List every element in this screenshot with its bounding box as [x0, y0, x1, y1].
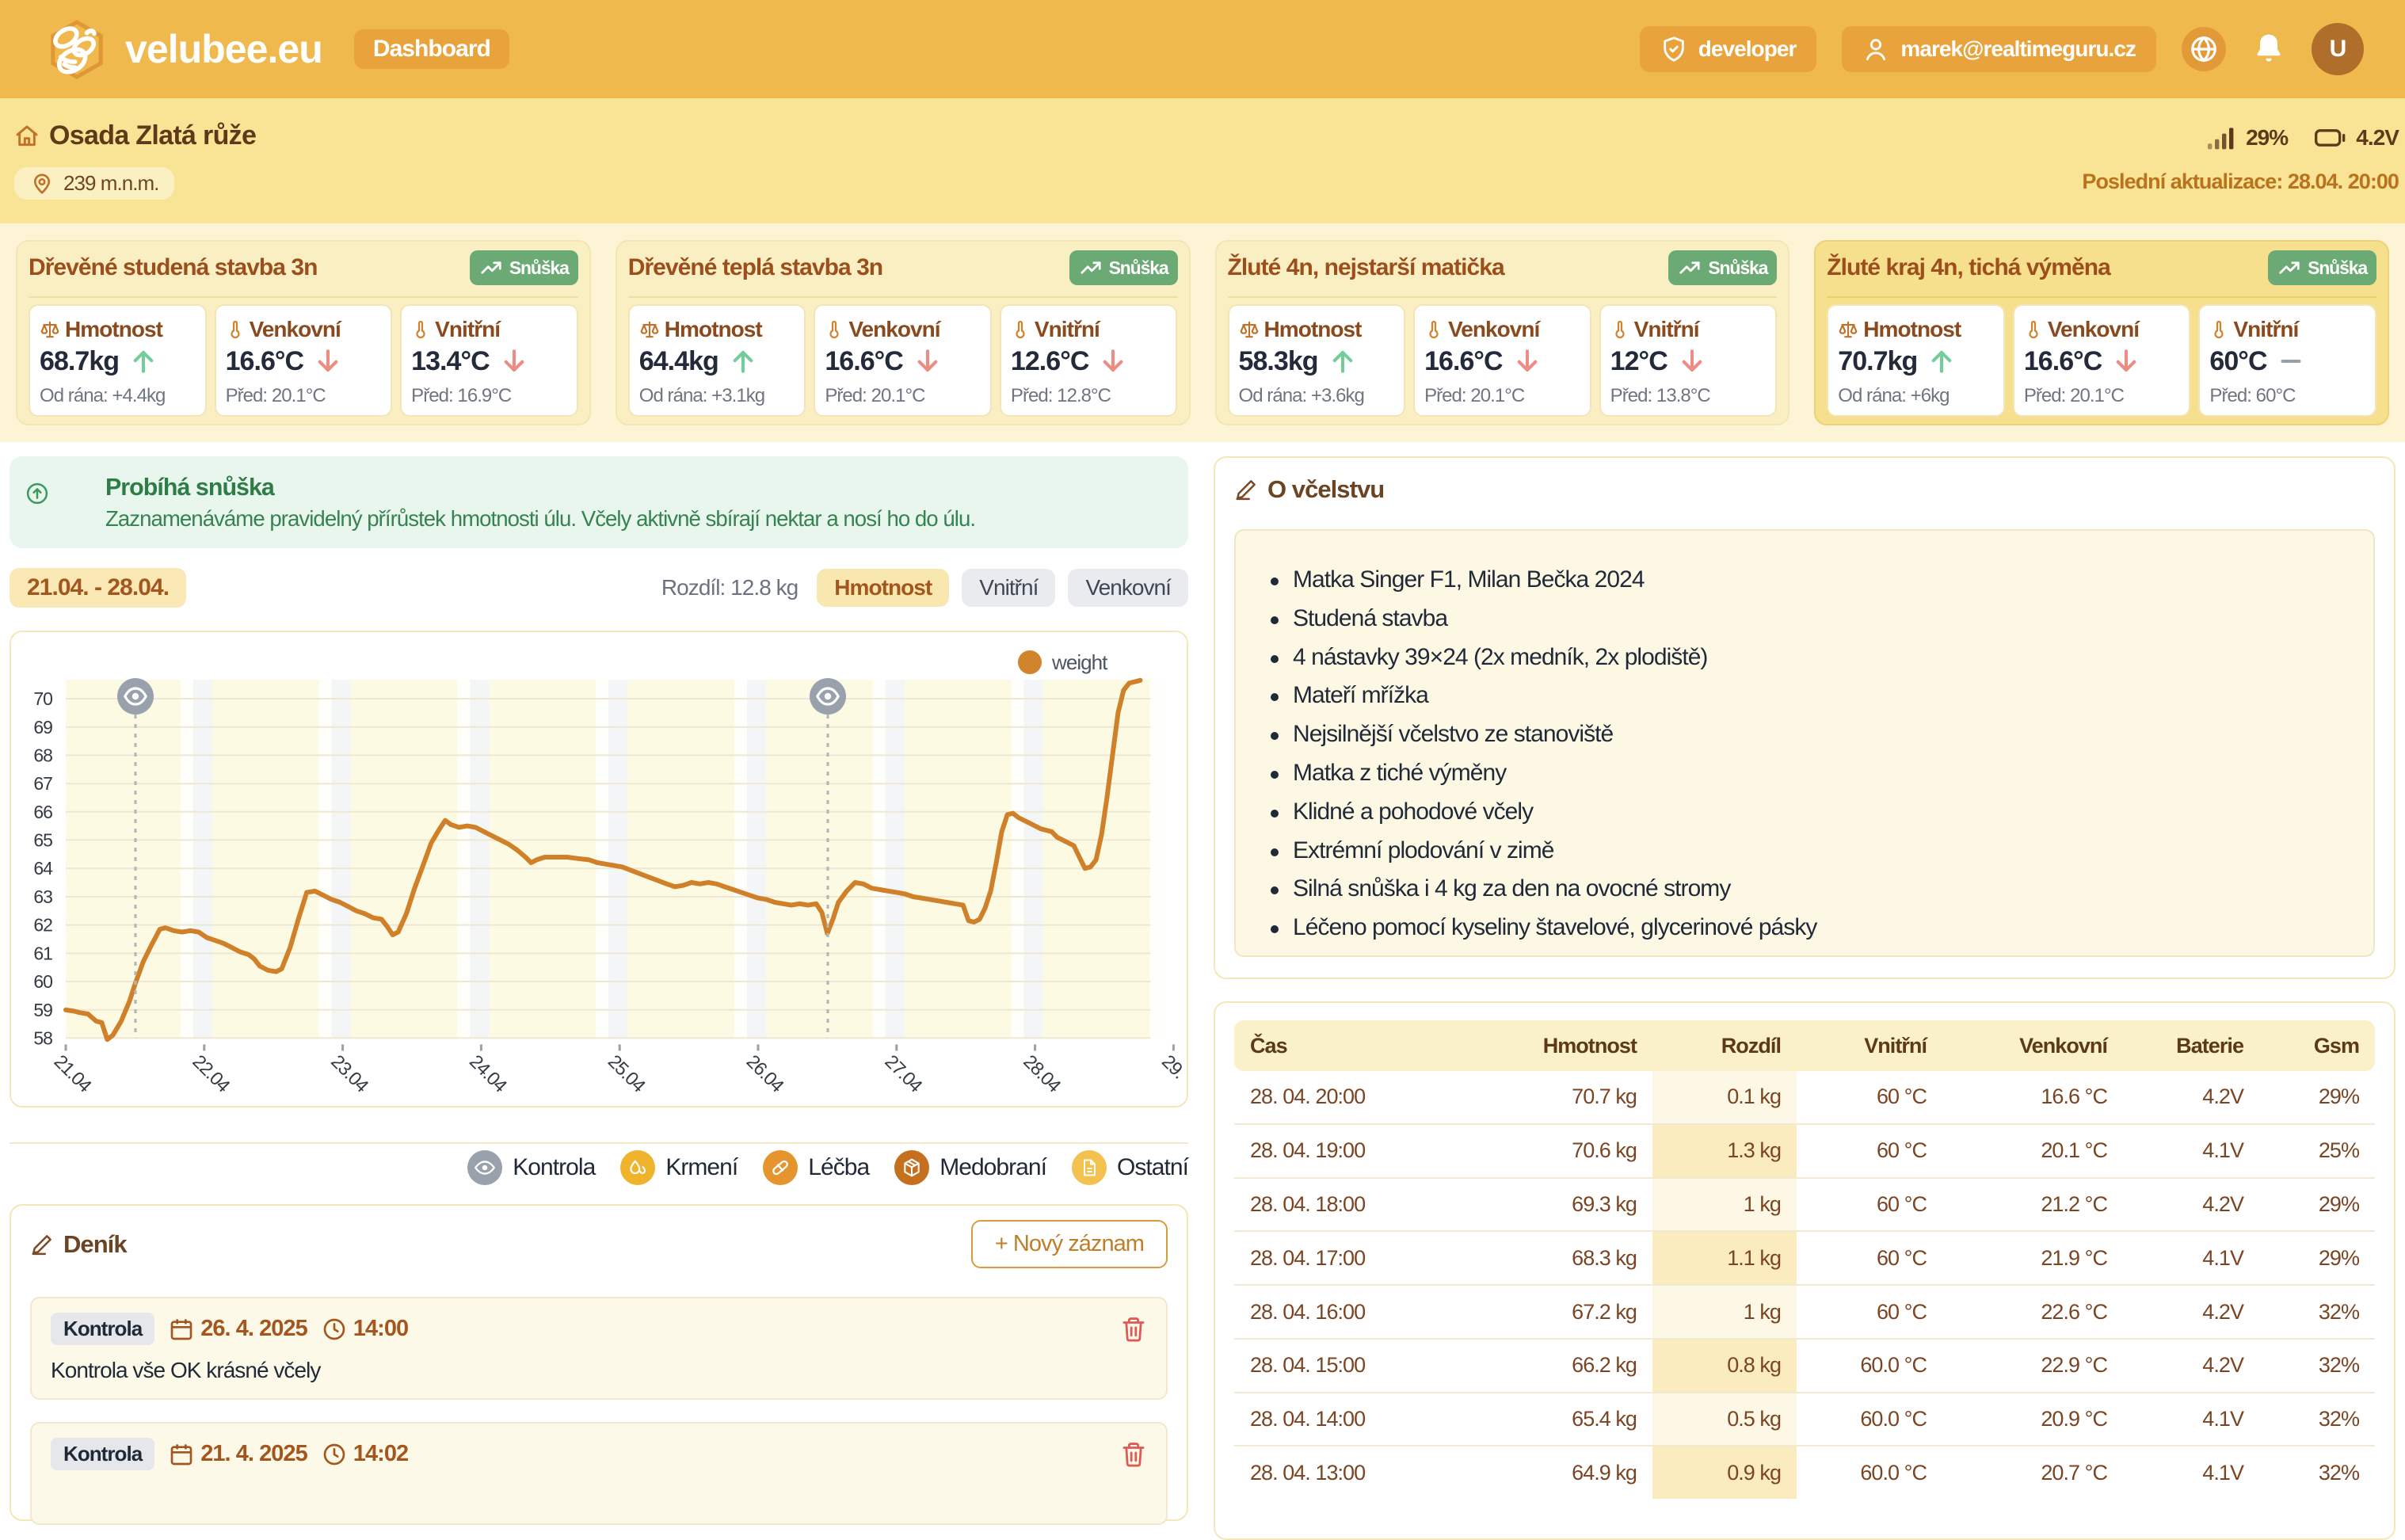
svg-text:22.04: 22.04: [189, 1051, 234, 1096]
svg-text:65: 65: [33, 829, 52, 850]
svg-text:28.04: 28.04: [1019, 1051, 1064, 1096]
svg-text:67: 67: [33, 773, 52, 794]
svg-text:23.04: 23.04: [326, 1051, 372, 1096]
svg-text:27.04: 27.04: [881, 1051, 926, 1096]
svg-text:59: 59: [33, 1000, 52, 1020]
svg-text:69: 69: [33, 717, 52, 738]
svg-text:weight: weight: [1051, 650, 1108, 674]
svg-text:60: 60: [33, 971, 52, 992]
svg-text:62: 62: [33, 915, 52, 936]
svg-text:21.04: 21.04: [50, 1051, 95, 1096]
svg-text:58: 58: [33, 1027, 52, 1048]
svg-text:25.04: 25.04: [604, 1051, 649, 1096]
svg-text:66: 66: [33, 802, 52, 822]
svg-text:63: 63: [33, 886, 52, 907]
svg-text:61: 61: [33, 943, 52, 963]
svg-text:29.: 29.: [1157, 1051, 1187, 1083]
svg-text:26.04: 26.04: [742, 1051, 787, 1096]
svg-text:64: 64: [33, 858, 53, 879]
svg-text:68: 68: [33, 745, 52, 765]
svg-text:70: 70: [33, 688, 52, 709]
svg-text:24.04: 24.04: [465, 1051, 510, 1096]
